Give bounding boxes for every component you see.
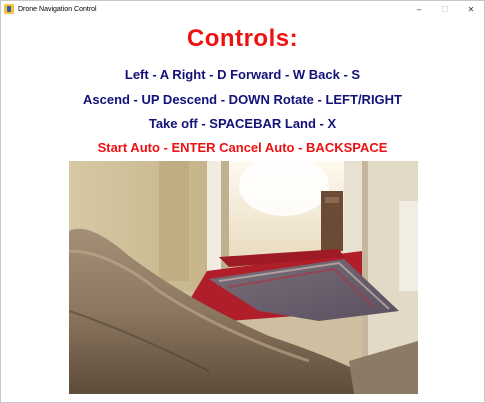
app-icon	[4, 4, 14, 14]
controls-heading: Controls:	[186, 25, 299, 52]
takeoff-land-controls-text: Take off - SPACEBAR Land - X	[148, 116, 337, 131]
drone-camera-feed	[69, 161, 418, 394]
camera-frame-image	[69, 161, 418, 394]
maximize-button[interactable]: ☐	[432, 1, 458, 17]
title-bar[interactable]: Drone Navigation Control – ☐ ✕	[1, 1, 484, 17]
app-window: Drone Navigation Control – ☐ ✕ Controls:…	[0, 0, 485, 403]
close-button[interactable]: ✕	[458, 1, 484, 17]
window-controls: – ☐ ✕	[406, 1, 484, 17]
window-title: Drone Navigation Control	[18, 5, 97, 13]
movement-controls-text: Left - A Right - D Forward - W Back - S	[124, 67, 361, 82]
minimize-button[interactable]: –	[406, 1, 432, 17]
auto-mode-controls-text: Start Auto - ENTER Cancel Auto - BACKSPA…	[97, 140, 388, 155]
altitude-rotation-controls-text: Ascend - UP Descend - DOWN Rotate - LEFT…	[82, 92, 402, 107]
